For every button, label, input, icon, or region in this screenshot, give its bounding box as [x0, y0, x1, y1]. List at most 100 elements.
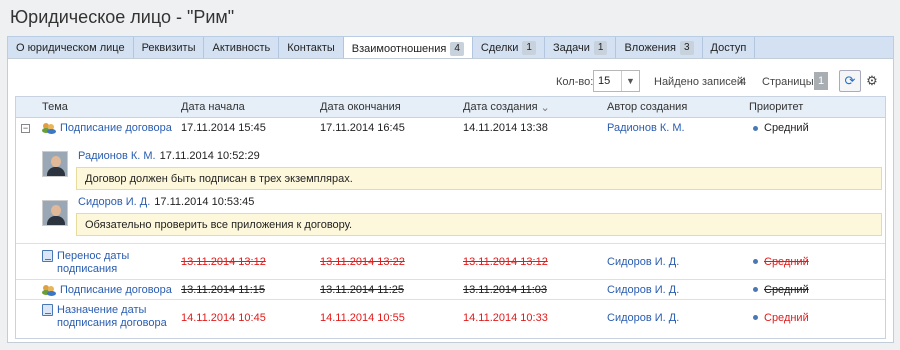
gear-icon: ⚙ — [866, 73, 878, 88]
tab-contacts[interactable]: Контакты — [279, 37, 344, 58]
sort-desc-icon: ⌄ — [540, 101, 550, 114]
found-count: 4 — [740, 76, 747, 88]
tab-label: Контакты — [287, 41, 335, 54]
table-row[interactable]: Назначение даты подписания договора 14.1… — [16, 299, 885, 335]
subject-link[interactable]: Назначение даты подписания договора — [57, 304, 177, 330]
page-size-select[interactable]: 15 ▼ — [593, 70, 640, 92]
refresh-button[interactable]: ⟳ — [839, 70, 861, 92]
author-link[interactable]: Сидоров И. Д. — [607, 312, 679, 324]
tab-label: О юридическом лице — [16, 41, 125, 54]
tab-attachments[interactable]: Вложения 3 — [616, 37, 703, 58]
author-link[interactable]: Сидоров И. Д. — [607, 256, 679, 268]
subject-cell: Подписание договора — [42, 119, 172, 137]
created-date-cell: 14.11.2014 13:38 — [463, 122, 548, 134]
people-icon — [42, 122, 56, 134]
subject-cell: Подписание договора — [42, 280, 172, 299]
author-cell: Сидоров И. Д. — [607, 244, 679, 279]
tab-access[interactable]: Доступ — [703, 37, 756, 58]
tab-label: Активность — [212, 41, 271, 54]
priority-cell: Средний — [753, 244, 809, 279]
priority-label: Средний — [764, 283, 809, 296]
priority-dot-icon — [753, 125, 758, 131]
priority-dot-icon — [753, 259, 758, 264]
page-title: Юридическое лицо - "Рим" — [10, 7, 235, 27]
end-date-cell: 14.11.2014 10:55 — [320, 311, 405, 324]
relations-panel: Кол-во: 15 ▼ Найдено записей: 4 Страницы… — [7, 58, 894, 343]
priority-dot-icon — [753, 315, 758, 320]
table-row[interactable]: − Подписание договора 17.11.2014 15:45 1… — [16, 119, 885, 137]
tab-tasks[interactable]: Задачи 1 — [545, 37, 617, 58]
subject-cell: Назначение даты подписания договора — [42, 300, 177, 335]
subject-link[interactable]: Перенос даты подписания — [57, 250, 135, 276]
comment-header: Радионов К. М. 17.11.2014 10:52:29 — [16, 149, 885, 163]
table-row[interactable]: Подписание договора 13.11.2014 11:15 13.… — [16, 279, 885, 299]
pages-label: Страницы: — [762, 76, 817, 88]
priority-dot-icon — [753, 287, 758, 292]
collapse-icon[interactable]: − — [21, 124, 30, 133]
tab-label: Взаимоотношения — [351, 42, 447, 55]
author-link[interactable]: Радионов К. М. — [607, 122, 685, 134]
priority-label: Средний — [764, 122, 809, 134]
tab-bar: О юридическом лице Реквизиты Активность … — [7, 36, 894, 60]
tab-deals[interactable]: Сделки 1 — [473, 37, 545, 58]
comment-time: 17.11.2014 10:53:45 — [154, 196, 255, 208]
column-header-created-label: Дата создания — [463, 101, 538, 113]
author-cell: Сидоров И. Д. — [607, 300, 679, 335]
start-date-cell: 14.11.2014 10:45 — [181, 311, 266, 324]
comment-text: Обязательно проверить все приложения к д… — [76, 213, 882, 236]
tab-label: Доступ — [710, 41, 747, 54]
column-header-priority[interactable]: Приоритет — [749, 97, 803, 117]
people-icon — [42, 284, 56, 296]
created-date-cell: 13.11.2014 13:12 — [463, 255, 548, 268]
task-icon — [42, 304, 53, 316]
settings-button[interactable]: ⚙ — [861, 70, 883, 92]
tab-legal-entity[interactable]: О юридическом лице — [8, 37, 134, 58]
tab-count-badge: 4 — [450, 41, 464, 56]
created-date-cell: 14.11.2014 10:33 — [463, 311, 548, 324]
start-date-cell: 13.11.2014 13:12 — [181, 255, 266, 268]
priority-cell: Средний — [753, 119, 809, 137]
column-header-start[interactable]: Дата начала — [181, 97, 245, 117]
end-date-cell: 13.11.2014 11:25 — [320, 283, 405, 296]
subject-link[interactable]: Подписание договора — [60, 284, 172, 296]
tab-count-badge: 1 — [593, 40, 608, 55]
relations-table: Тема Дата начала Дата окончания Дата соз… — [15, 96, 886, 339]
start-date-cell: 17.11.2014 15:45 — [181, 122, 266, 134]
author-cell: Радионов К. М. — [607, 119, 685, 137]
column-header-author[interactable]: Автор создания — [607, 97, 687, 117]
subject-cell: Перенос даты подписания — [42, 244, 135, 279]
comment-header: Сидоров И. Д. 17.11.2014 10:53:45 — [16, 195, 885, 209]
end-date-cell: 17.11.2014 16:45 — [320, 122, 405, 134]
end-date-cell: 13.11.2014 13:22 — [320, 255, 405, 268]
priority-label: Средний — [764, 311, 809, 324]
tab-activity[interactable]: Активность — [204, 37, 280, 58]
found-label: Найдено записей: — [654, 76, 747, 88]
comment-author-link[interactable]: Сидоров И. Д. — [78, 196, 150, 208]
tab-count-badge: 1 — [522, 40, 536, 55]
page-number[interactable]: 1 — [814, 72, 828, 90]
subject-link[interactable]: Подписание договора — [60, 122, 172, 134]
created-date-cell: 13.11.2014 11:03 — [463, 283, 548, 296]
tab-label: Сделки — [480, 41, 519, 54]
column-header-created[interactable]: Дата создания ⌄ — [463, 97, 550, 117]
tab-label: Реквизиты — [141, 41, 196, 54]
table-header: Тема Дата начала Дата окончания Дата соз… — [16, 97, 885, 118]
author-link[interactable]: Сидоров И. Д. — [607, 284, 679, 296]
priority-cell: Средний — [753, 300, 809, 335]
chevron-down-icon[interactable]: ▼ — [621, 71, 639, 91]
column-header-subject[interactable]: Тема — [42, 97, 68, 117]
comment-time: 17.11.2014 10:52:29 — [159, 150, 260, 162]
comment-author-link[interactable]: Радионов К. М. — [78, 150, 156, 162]
tab-count-badge: 3 — [679, 40, 694, 55]
start-date-cell: 13.11.2014 11:15 — [181, 283, 266, 296]
grid-toolbar: Кол-во: 15 ▼ Найдено записей: 4 Страницы… — [8, 69, 893, 93]
page-size-value: 15 — [598, 75, 611, 87]
priority-label: Средний — [764, 255, 809, 268]
tab-requisites[interactable]: Реквизиты — [134, 37, 205, 58]
comment-text: Договор должен быть подписан в трех экзе… — [76, 167, 882, 190]
column-header-end[interactable]: Дата окончания — [320, 97, 401, 117]
table-row[interactable]: Перенос даты подписания 13.11.2014 13:12… — [16, 243, 885, 279]
refresh-icon: ⟳ — [844, 73, 856, 88]
tab-label: Вложения — [624, 41, 676, 54]
tab-relations[interactable]: Взаимоотношения 4 — [343, 37, 473, 60]
